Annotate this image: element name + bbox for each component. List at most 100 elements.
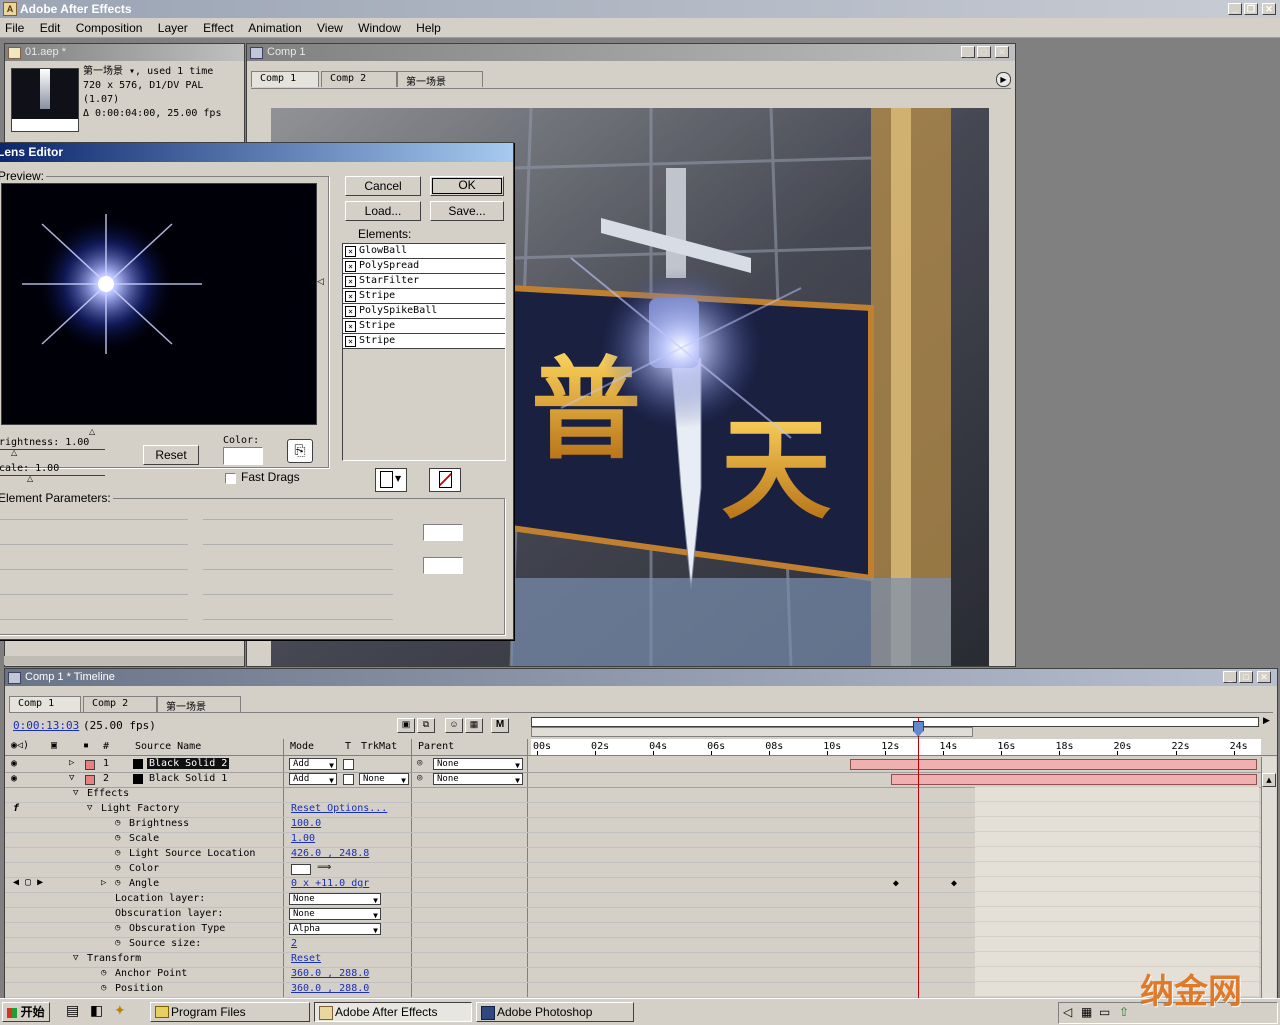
property-row[interactable]: ◷ Brightness 100.0 bbox=[5, 817, 1261, 833]
element-enabled-checkbox[interactable]: × bbox=[345, 291, 356, 302]
layer-label-color[interactable] bbox=[85, 760, 95, 770]
load-button[interactable]: Load... bbox=[345, 201, 421, 221]
stopwatch-icon[interactable]: ◷ bbox=[101, 968, 106, 978]
eyedropper-icon[interactable]: ⎘ bbox=[287, 439, 313, 463]
property-row[interactable]: Obscuration layer: None ▼ bbox=[5, 907, 1261, 923]
property-twirl-icon[interactable]: ▽ bbox=[87, 803, 92, 813]
current-time-indicator[interactable] bbox=[917, 717, 919, 999]
cancel-button[interactable]: Cancel bbox=[345, 176, 421, 196]
frame-blend-icon[interactable]: ▦ bbox=[465, 718, 483, 733]
property-row[interactable]: ◷ Scale 1.00 bbox=[5, 832, 1261, 848]
menu-edit[interactable]: Edit bbox=[40, 21, 61, 35]
property-row[interactable]: ▽ Effects bbox=[5, 787, 1261, 803]
ok-button[interactable]: OK bbox=[430, 176, 504, 196]
property-value[interactable]: 360.0 , 288.0 bbox=[291, 983, 369, 994]
property-value[interactable]: 360.0 , 288.0 bbox=[291, 968, 369, 979]
color-eyedropper-icon[interactable]: ⟹ bbox=[317, 862, 331, 873]
comp-close-button[interactable]: ✕ bbox=[995, 46, 1009, 58]
upload-icon[interactable]: ⇧ bbox=[1119, 1005, 1129, 1019]
property-twirl-icon[interactable]: ▽ bbox=[73, 953, 78, 963]
lens-preview[interactable] bbox=[1, 183, 317, 425]
keyframe-icon[interactable]: ◆ bbox=[893, 878, 899, 889]
timecode-display[interactable]: 0:00:13:03 bbox=[13, 719, 79, 732]
keyframe-navigator[interactable]: ◀ ▢ ▶ bbox=[13, 877, 43, 888]
element-enabled-checkbox[interactable]: × bbox=[345, 306, 356, 317]
fast-drags-checkbox[interactable] bbox=[225, 473, 236, 484]
property-row[interactable]: ◷ Source size: 2 bbox=[5, 937, 1261, 953]
param-field-1[interactable] bbox=[423, 524, 463, 541]
menu-window[interactable]: Window bbox=[358, 21, 401, 35]
keyframe-icon[interactable]: ◆ bbox=[951, 878, 957, 889]
layer-twirl-icon[interactable]: ▽ bbox=[69, 773, 74, 783]
draft-3d-icon[interactable]: ⧉ bbox=[417, 718, 435, 733]
save-button[interactable]: Save... bbox=[430, 201, 504, 221]
new-element-button[interactable]: ▼ bbox=[375, 468, 407, 492]
scroll-up-icon[interactable]: ▲ bbox=[1262, 773, 1276, 787]
property-dropdown[interactable]: None ▼ bbox=[289, 893, 381, 905]
property-row[interactable]: Location layer: None ▼ bbox=[5, 892, 1261, 908]
property-dropdown[interactable]: Alpha ▼ bbox=[289, 923, 381, 935]
menu-composition[interactable]: Composition bbox=[76, 21, 143, 35]
preview-reset-button[interactable]: Reset bbox=[143, 445, 199, 465]
element-enabled-checkbox[interactable]: × bbox=[345, 276, 356, 287]
property-row[interactable]: ▽ Transform Reset bbox=[5, 952, 1261, 968]
property-value[interactable]: Reset bbox=[291, 953, 321, 964]
taskbar-photoshop[interactable]: Adobe Photoshop bbox=[476, 1002, 634, 1022]
live-update-icon[interactable]: ▣ bbox=[397, 718, 415, 733]
parent-pickwhip-icon[interactable]: ◎ bbox=[417, 758, 422, 768]
motion-blur-icon[interactable]: M bbox=[491, 718, 509, 733]
property-value[interactable]: 0 x +11.0 dgr bbox=[291, 878, 369, 889]
menu-view[interactable]: View bbox=[317, 21, 343, 35]
element-enabled-checkbox[interactable]: × bbox=[345, 261, 356, 272]
volume-icon[interactable]: ◁ bbox=[1063, 1005, 1072, 1019]
time-ruler[interactable]: 00s 02s 04s 06s 08s 10s 12s 14s 16s 18s 20s 22s 24s bbox=[531, 739, 1261, 755]
property-row[interactable]: ◷ Position 360.0 , 288.0 bbox=[5, 982, 1261, 998]
project-comp-name[interactable]: 第一场景 ▾, used 1 time bbox=[83, 65, 244, 79]
stopwatch-icon[interactable]: ◷ bbox=[115, 923, 120, 933]
stopwatch-icon[interactable]: ◷ bbox=[115, 878, 120, 888]
menu-help[interactable]: Help bbox=[416, 21, 441, 35]
timeline-minimize-button[interactable]: _ bbox=[1223, 671, 1237, 683]
property-value[interactable]: 1.00 bbox=[291, 833, 315, 844]
shy-icon[interactable]: ☺ bbox=[445, 718, 463, 733]
property-value[interactable]: 2 bbox=[291, 938, 297, 949]
stopwatch-icon[interactable]: ◷ bbox=[115, 833, 120, 843]
layer-duration-bar[interactable] bbox=[891, 774, 1257, 785]
timeline-tab-comp1[interactable]: Comp 1 bbox=[9, 696, 81, 712]
color-swatch[interactable] bbox=[223, 447, 263, 465]
element-list-item[interactable]: × StarFilter bbox=[343, 274, 505, 289]
element-enabled-checkbox[interactable]: × bbox=[345, 336, 356, 347]
layer-twirl-icon[interactable]: ▷ bbox=[69, 758, 74, 768]
layer-trkmat-dropdown[interactable]: None ▼ bbox=[359, 773, 409, 785]
layer-name[interactable]: Black Solid 1 bbox=[147, 773, 229, 784]
property-row[interactable]: ▷ ◷ Angle 0 x +11.0 dgr ◀ ▢ ▶ ◆ ◆ bbox=[5, 877, 1261, 893]
element-enabled-checkbox[interactable]: × bbox=[345, 246, 356, 257]
visibility-eye-icon[interactable]: ◉ bbox=[11, 758, 17, 769]
element-list-item[interactable]: × GlowBall bbox=[343, 244, 505, 259]
menu-layer[interactable]: Layer bbox=[158, 21, 188, 35]
element-enabled-checkbox[interactable]: × bbox=[345, 321, 356, 332]
property-row[interactable]: ◷ Light Source Location 426.0 , 248.8 bbox=[5, 847, 1261, 863]
layer-label-color[interactable] bbox=[85, 775, 95, 785]
element-list-item[interactable]: × Stripe bbox=[343, 289, 505, 304]
property-dropdown[interactable]: None ▼ bbox=[289, 908, 381, 920]
taskbar-after-effects[interactable]: Adobe After Effects bbox=[314, 1002, 472, 1022]
menu-effect[interactable]: Effect bbox=[203, 21, 233, 35]
stopwatch-icon[interactable]: ◷ bbox=[115, 848, 120, 858]
element-list-item[interactable]: × PolySpread bbox=[343, 259, 505, 274]
preserve-transparency-checkbox[interactable] bbox=[343, 759, 354, 770]
restore-button[interactable]: ❐ bbox=[1244, 3, 1258, 15]
stopwatch-icon[interactable]: ◷ bbox=[115, 938, 120, 948]
property-row[interactable]: ◷ Color ⟹ bbox=[5, 862, 1261, 878]
timeline-end-arrow-icon[interactable]: ▶ bbox=[1263, 716, 1270, 726]
visibility-eye-icon[interactable]: ◉ bbox=[11, 773, 17, 784]
layer-parent-dropdown[interactable]: None ▼ bbox=[433, 758, 523, 770]
brightness-slider-top-icon[interactable]: △ bbox=[89, 427, 95, 436]
timeline-vertical-scrollbar[interactable]: ▲ bbox=[1261, 757, 1276, 999]
property-twirl-icon[interactable]: ▽ bbox=[73, 788, 78, 798]
display-icon[interactable]: ▭ bbox=[1099, 1005, 1110, 1019]
comp-tab-comp1[interactable]: Comp 1 bbox=[251, 71, 319, 87]
timeline-tab-comp2[interactable]: Comp 2 bbox=[83, 696, 157, 712]
preview-side-arrow-icon[interactable]: ◁ bbox=[317, 277, 324, 287]
layer-name[interactable]: Black Solid 2 bbox=[147, 758, 230, 769]
